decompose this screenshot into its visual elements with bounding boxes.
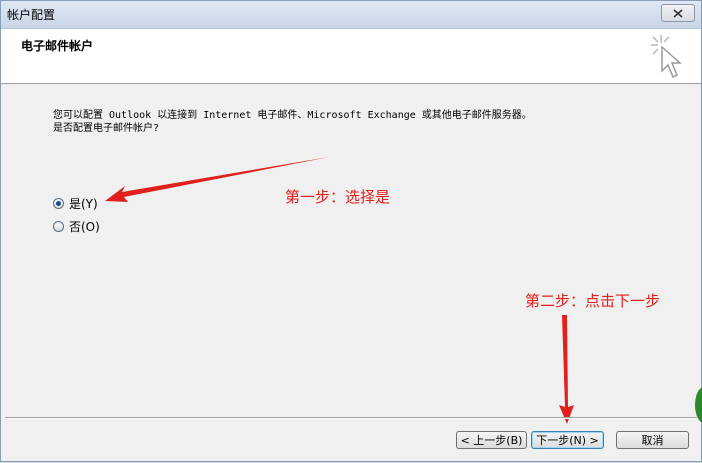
next-button[interactable]: 下一步(N) > [531,431,604,449]
window-title: 帐户配置 [7,8,56,22]
close-button[interactable] [661,4,695,22]
wizard-header: 电子邮件帐户 [1,29,701,84]
arrow-to-next [559,315,574,424]
close-icon [673,8,683,18]
footer-divider [5,417,697,419]
annotation-step1: 第一步：选择是 [285,188,391,206]
radio-yes-indicator[interactable] [53,197,64,209]
title-bar: 帐户配置 [1,1,701,29]
radio-no-indicator[interactable] [53,220,64,232]
account-settings-dialog: 帐户配置 电子邮件帐户 您可以配置 Outlook 以连接到 Internet … [0,0,702,462]
radio-no-label[interactable]: 否(O) [69,218,100,235]
cancel-button[interactable]: 取消 [616,431,689,449]
back-button[interactable]: < 上一步(B) [456,431,527,449]
wizard-cursor-icon [651,35,682,79]
radio-yes[interactable]: 是(Y) [53,195,98,212]
intro-question: 是否配置电子邮件帐户? [53,123,160,134]
annotation-step2: 第二步：点击下一步 [525,292,661,310]
intro-text: 您可以配置 Outlook 以连接到 Internet 电子邮件、Microso… [53,109,532,135]
radio-no[interactable]: 否(O) [53,218,100,235]
intro-line: 您可以配置 Outlook 以连接到 Internet 电子邮件、Microso… [53,110,532,121]
page-title: 电子邮件帐户 [21,39,94,53]
radio-yes-label[interactable]: 是(Y) [69,195,98,212]
